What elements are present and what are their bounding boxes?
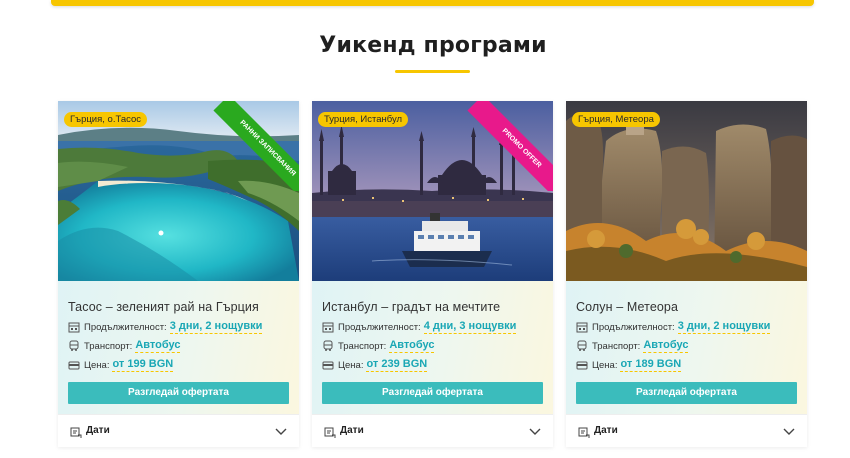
- price-label: Цена:: [592, 359, 618, 371]
- price-row: Цена: от 199 BGN: [68, 358, 174, 372]
- card-body: Истанбул – градът на мечтите Продължител…: [312, 281, 553, 414]
- tour-title[interactable]: Тасос – зеленият рай на Гърция: [68, 300, 259, 314]
- ribbon-label: PROMO OFFER: [467, 101, 553, 191]
- transport-row: Транспорт: Автобус: [322, 339, 435, 353]
- title-underline: [395, 70, 470, 73]
- chevron-down-icon[interactable]: [783, 426, 795, 436]
- price-value: от 189 BGN: [620, 358, 682, 372]
- calendar-list-icon: [578, 427, 590, 438]
- transport-label: Транспорт:: [338, 340, 387, 352]
- view-offer-button[interactable]: Разгледай офертата: [322, 382, 543, 404]
- dates-label: Дати: [340, 425, 364, 436]
- location-tag: Турция, Истанбул: [318, 112, 409, 127]
- duration-value: 3 дни, 2 нощувки: [677, 320, 771, 334]
- promo-ribbon: PROMO OFFER: [463, 101, 553, 191]
- transport-value: Автобус: [643, 339, 689, 353]
- view-offer-button[interactable]: Разгледай офертата: [576, 382, 797, 404]
- dates-label: Дати: [594, 425, 618, 436]
- top-accent-bar: [51, 0, 814, 6]
- chevron-down-icon[interactable]: [529, 426, 541, 436]
- price-label: Цена:: [338, 359, 364, 371]
- bus-icon: [577, 340, 587, 351]
- calendar-icon: [576, 322, 588, 333]
- tour-title[interactable]: Истанбул – градът на мечтите: [322, 300, 500, 314]
- tour-card-meteora: Гърция, Метеора Солун – Метеора Продължи…: [566, 101, 807, 447]
- duration-label: Продължителност:: [84, 321, 167, 333]
- transport-label: Транспорт:: [592, 340, 641, 352]
- price-value: от 199 BGN: [112, 358, 174, 372]
- early-booking-ribbon: РАННИ ЗАПИСВАНИЯ: [209, 101, 299, 191]
- tour-card-thassos: Гърция, о.Тасос РАННИ ЗАПИСВАНИЯ Тасос –…: [58, 101, 299, 447]
- price-row: Цена: от 239 BGN: [322, 358, 428, 372]
- tour-card-istanbul: Турция, Истанбул PROMO OFFER Истанбул – …: [312, 101, 553, 447]
- price-label: Цена:: [84, 359, 110, 371]
- dates-accordion[interactable]: Дати: [312, 414, 553, 447]
- calendar-list-icon: [70, 427, 82, 438]
- duration-label: Продължителност:: [338, 321, 421, 333]
- duration-row: Продължителност: 3 дни, 2 нощувки: [68, 320, 263, 334]
- location-tag: Гърция, Метеора: [572, 112, 660, 127]
- tour-title[interactable]: Солун – Метеора: [576, 300, 678, 314]
- section-title: Уикенд програми: [319, 33, 547, 58]
- calendar-icon: [68, 322, 80, 333]
- bus-icon: [323, 340, 333, 351]
- duration-value: 4 дни, 3 нощувки: [423, 320, 517, 334]
- card-body: Тасос – зеленият рай на Гърция Продължит…: [58, 281, 299, 414]
- bus-icon: [69, 340, 79, 351]
- tour-photo-meteora[interactable]: [566, 101, 807, 281]
- duration-row: Продължителност: 4 дни, 3 нощувки: [322, 320, 517, 334]
- wallet-icon: [576, 361, 588, 370]
- transport-value: Автобус: [389, 339, 435, 353]
- dates-label: Дати: [86, 425, 110, 436]
- dates-accordion[interactable]: Дати: [566, 414, 807, 447]
- calendar-list-icon: [324, 427, 336, 438]
- duration-value: 3 дни, 2 нощувки: [169, 320, 263, 334]
- wallet-icon: [68, 361, 80, 370]
- transport-value: Автобус: [135, 339, 181, 353]
- card-body: Солун – Метеора Продължителност: 3 дни, …: [566, 281, 807, 414]
- duration-label: Продължителност:: [592, 321, 675, 333]
- price-value: от 239 BGN: [366, 358, 428, 372]
- view-offer-button[interactable]: Разгледай офертата: [68, 382, 289, 404]
- price-row: Цена: от 189 BGN: [576, 358, 682, 372]
- calendar-icon: [322, 322, 334, 333]
- dates-accordion[interactable]: Дати: [58, 414, 299, 447]
- ribbon-label: РАННИ ЗАПИСВАНИЯ: [213, 101, 299, 191]
- wallet-icon: [322, 361, 334, 370]
- transport-row: Транспорт: Автобус: [576, 339, 689, 353]
- transport-label: Транспорт:: [84, 340, 133, 352]
- duration-row: Продължителност: 3 дни, 2 нощувки: [576, 320, 771, 334]
- transport-row: Транспорт: Автобус: [68, 339, 181, 353]
- location-tag: Гърция, о.Тасос: [64, 112, 148, 127]
- chevron-down-icon[interactable]: [275, 426, 287, 436]
